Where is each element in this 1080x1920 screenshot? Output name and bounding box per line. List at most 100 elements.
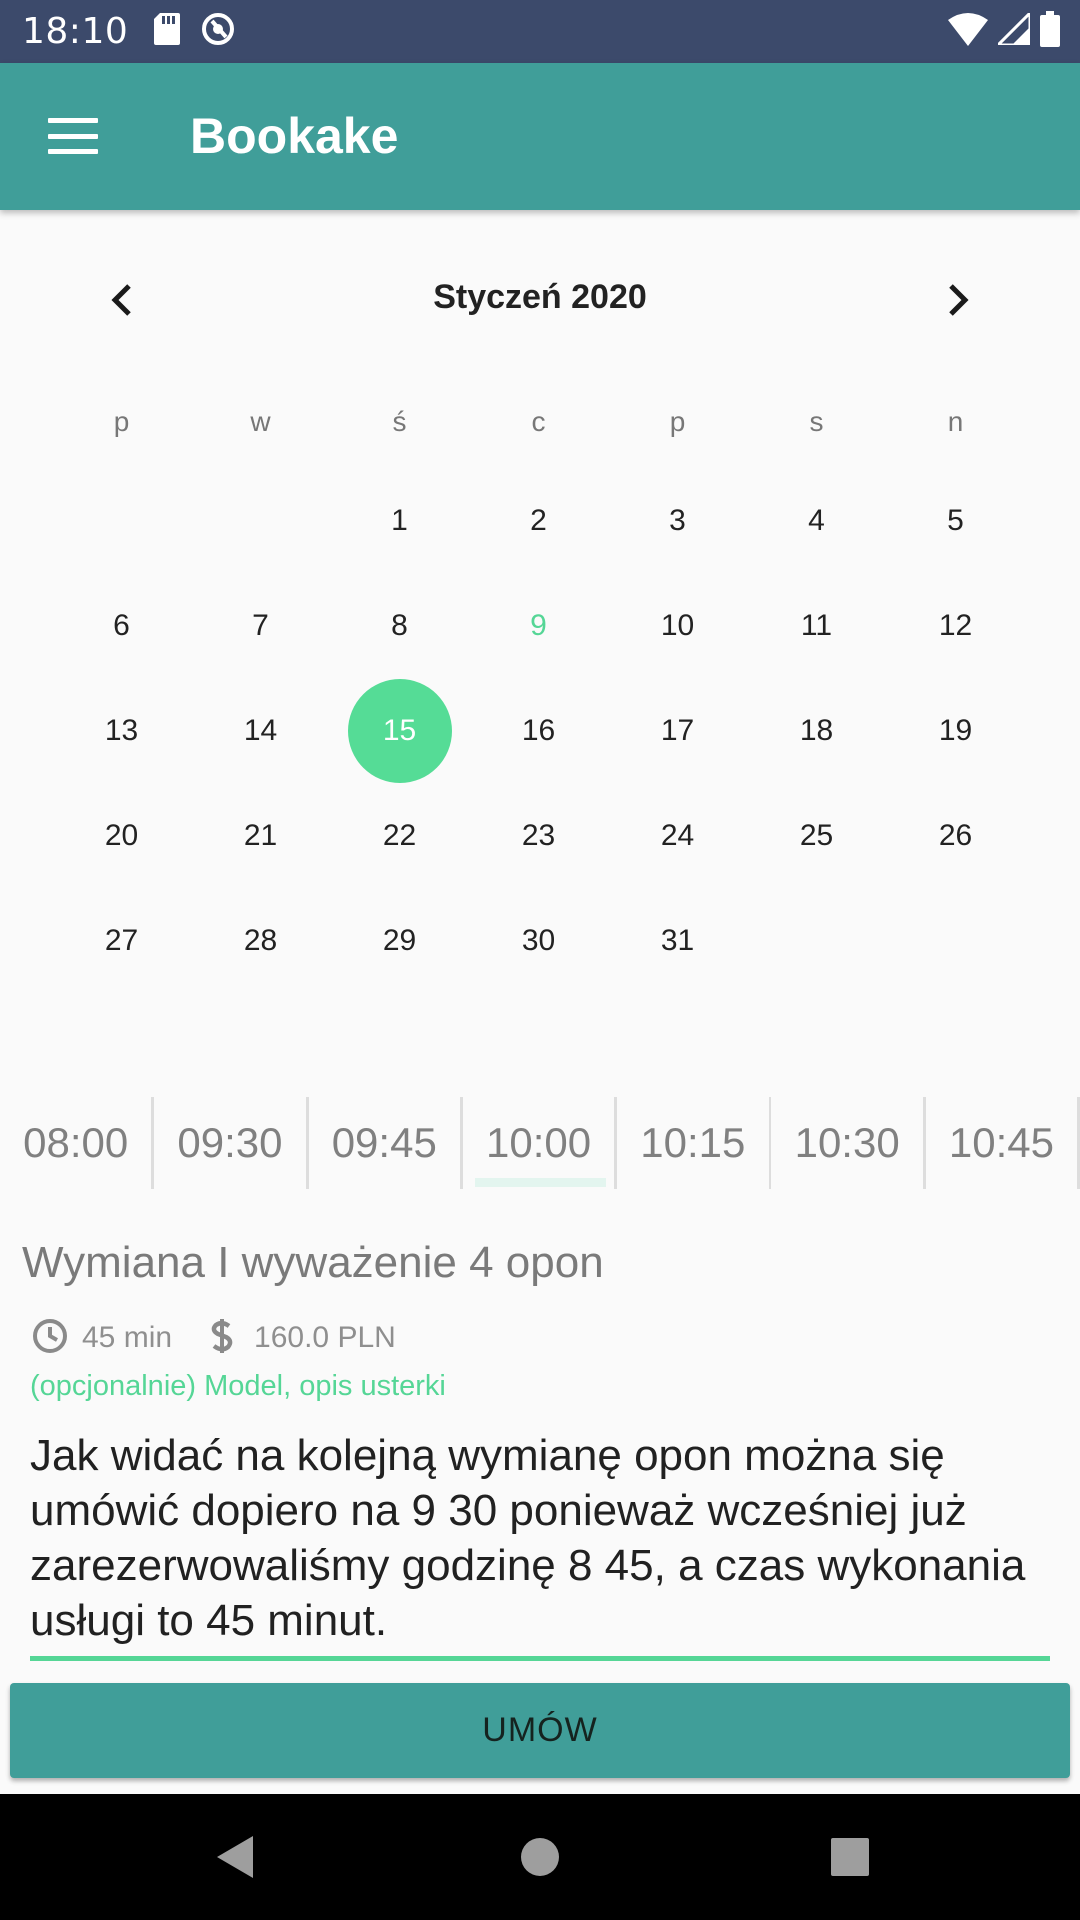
hamburger-menu-icon[interactable] — [48, 118, 98, 154]
book-button[interactable]: UMÓW — [10, 1683, 1070, 1778]
calendar-day-number: 29 — [382, 923, 417, 957]
calendar-day[interactable]: 7 — [191, 573, 330, 678]
status-time: 18:10 — [22, 11, 129, 52]
calendar-day-number: 27 — [104, 923, 139, 957]
calendar-day-number: 2 — [530, 503, 547, 537]
calendar-day-number: 9 — [530, 608, 547, 642]
next-month-button[interactable] — [928, 270, 988, 330]
calendar-day-number: 28 — [243, 923, 278, 957]
calendar-day[interactable]: 23 — [469, 783, 608, 888]
time-slot[interactable]: 10:15 — [617, 1095, 768, 1191]
calendar-day-number: 25 — [799, 818, 834, 852]
calendar-day-today[interactable]: 9 — [469, 573, 608, 678]
calendar-day[interactable]: 12 — [886, 573, 1025, 678]
calendar-day[interactable]: 19 — [886, 678, 1025, 783]
note-input[interactable]: Jak widać na kolejną wymianę opon można … — [30, 1428, 1050, 1648]
time-slot[interactable]: 10:30 — [771, 1095, 922, 1191]
calendar-day[interactable]: 21 — [191, 783, 330, 888]
time-slot[interactable]: 09:30 — [154, 1095, 305, 1191]
calendar-day[interactable]: 27 — [52, 888, 191, 993]
status-icons-left — [154, 11, 236, 52]
weekday-label: ś — [392, 406, 407, 437]
calendar-day[interactable]: 29 — [330, 888, 469, 993]
calendar-day-number: 11 — [800, 608, 833, 642]
calendar-day-number: 6 — [113, 608, 130, 642]
time-slot-selected[interactable]: 10:00 — [463, 1095, 614, 1191]
calendar-day-number: 19 — [938, 713, 973, 747]
calendar-day[interactable]: 25 — [747, 783, 886, 888]
calendar-day-number: 18 — [799, 713, 834, 747]
calendar-day-number: 13 — [104, 713, 139, 747]
time-slot[interactable]: 10:45 — [926, 1095, 1077, 1191]
calendar-day-number: 15 — [382, 713, 417, 747]
time-slot[interactable]: 09:45 — [309, 1095, 460, 1191]
sd-card-icon — [154, 13, 181, 50]
service-title: Wymiana I wyważenie 4 opon — [22, 1238, 604, 1287]
calendar-day-number: 16 — [521, 713, 556, 747]
calendar-day-selected[interactable]: 15 — [330, 678, 469, 783]
calendar-day[interactable]: 18 — [747, 678, 886, 783]
note-field-label: (opcjonalnie) Model, opis usterki — [30, 1370, 446, 1402]
calendar-day[interactable]: 31 — [608, 888, 747, 993]
app-bar: Bookake — [0, 63, 1080, 210]
calendar-day[interactable]: 17 — [608, 678, 747, 783]
calendar-day[interactable]: 14 — [191, 678, 330, 783]
calendar-day-number: 4 — [808, 503, 825, 537]
calendar-day-number: 31 — [660, 923, 695, 957]
calendar-day[interactable]: 1 — [330, 468, 469, 573]
month-navigation: Styczeń 2020 — [0, 270, 1080, 330]
calendar-day[interactable]: 4 — [747, 468, 886, 573]
note-input-underline — [30, 1656, 1050, 1661]
service-price: 160.0 PLN — [254, 1321, 396, 1354]
home-icon[interactable] — [507, 1824, 573, 1890]
app-title: Bookake — [190, 108, 399, 164]
status-bar: 18:10 — [0, 0, 1080, 63]
calendar-day[interactable]: 20 — [52, 783, 191, 888]
weekday-label: n — [947, 406, 964, 437]
signal-icon — [994, 9, 1032, 50]
weekday-label: c — [531, 406, 546, 437]
status-icons-right — [948, 0, 1060, 63]
weekday-label: p — [669, 406, 686, 437]
calendar-day[interactable]: 16 — [469, 678, 608, 783]
calendar-day-number: 24 — [660, 818, 695, 852]
calendar-day[interactable]: 11 — [747, 573, 886, 678]
weekday-label: s — [809, 406, 824, 437]
calendar-day[interactable]: 28 — [191, 888, 330, 993]
calendar-day[interactable]: 6 — [52, 573, 191, 678]
back-icon[interactable] — [202, 1824, 268, 1890]
calendar-day-number: 22 — [382, 818, 417, 852]
battery-icon — [1040, 11, 1060, 52]
time-slot-list[interactable]: 08:00 09:30 09:45 10:00 10:15 10:30 10:45 — [0, 1095, 1080, 1191]
calendar-day[interactable]: 30 — [469, 888, 608, 993]
month-title: Styczeń 2020 — [433, 278, 647, 316]
calendar-day[interactable]: 22 — [330, 783, 469, 888]
calendar-day[interactable]: 8 — [330, 573, 469, 678]
calendar-day-number: 26 — [938, 818, 973, 852]
weekday-label: p — [113, 406, 130, 437]
calendar-day[interactable]: 26 — [886, 783, 1025, 888]
calendar-day-number: 7 — [252, 608, 269, 642]
calendar-day[interactable]: 3 — [608, 468, 747, 573]
calendar-day-number: 17 — [660, 713, 695, 747]
calendar-day-number: 1 — [391, 503, 408, 537]
calendar-day[interactable]: 5 — [886, 468, 1025, 573]
calendar-day-number: 21 — [243, 818, 278, 852]
service-duration: 45 min — [82, 1321, 173, 1354]
calendar-day[interactable]: 2 — [469, 468, 608, 573]
calendar-day[interactable]: 13 — [52, 678, 191, 783]
system-nav-bar — [0, 1794, 1080, 1920]
recents-icon[interactable] — [817, 1824, 883, 1890]
calendar-day-number: 10 — [660, 608, 695, 642]
calendar-empty-cell — [52, 468, 191, 573]
time-slot[interactable]: 08:00 — [0, 1095, 151, 1191]
weekday-header: pwścpsn — [52, 400, 1028, 444]
no-location-icon — [200, 11, 236, 52]
calendar-empty-cell — [191, 468, 330, 573]
calendar-day[interactable]: 10 — [608, 573, 747, 678]
calendar-day-number: 5 — [947, 503, 964, 537]
calendar-day[interactable]: 24 — [608, 783, 747, 888]
chevron-right-icon — [949, 284, 969, 316]
calendar-day-number: 23 — [521, 818, 556, 852]
calendar-day-number: 20 — [104, 818, 139, 852]
